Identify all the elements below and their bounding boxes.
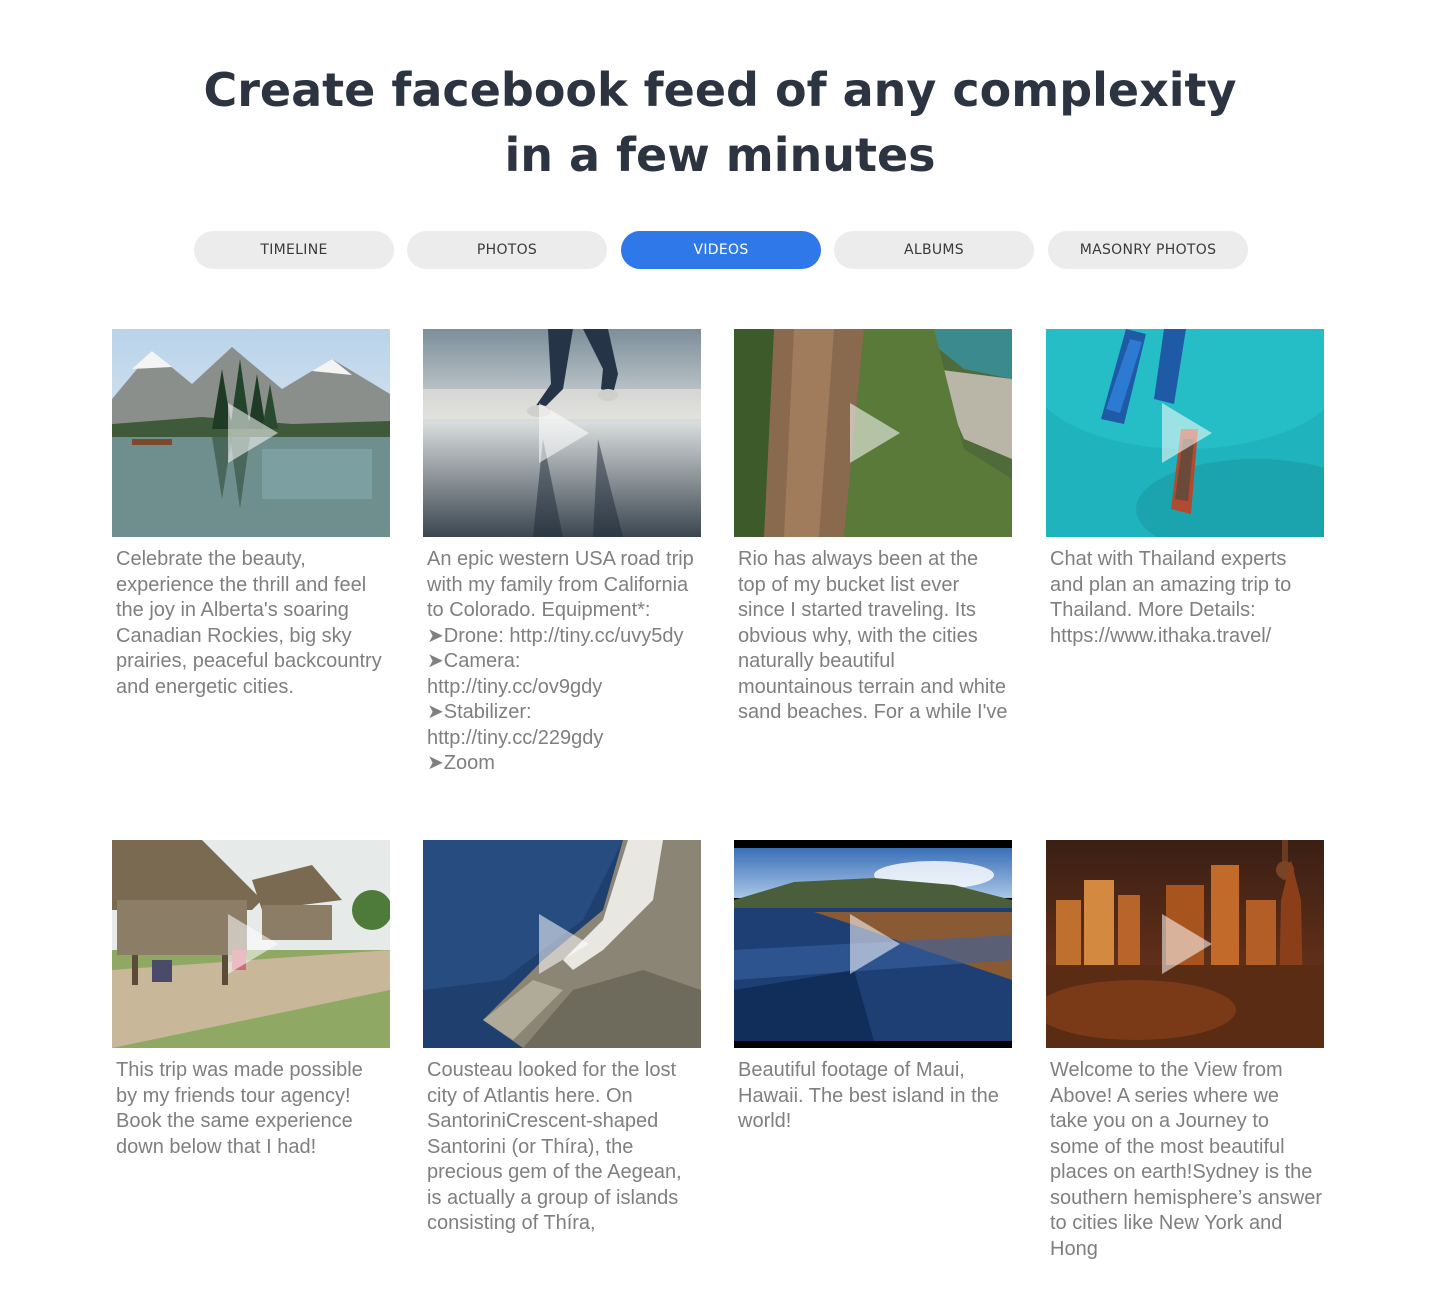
video-card: Celebrate the beauty, experience the thr… <box>112 329 390 700</box>
video-caption: An epic western USA road trip with my fa… <box>427 548 694 774</box>
video-thumbnail[interactable] <box>423 329 701 537</box>
video-thumbnail[interactable] <box>734 840 1012 1048</box>
tab-photos[interactable]: PHOTOS <box>407 231 607 269</box>
video-card: Beautiful footage of Maui, Hawaii. The b… <box>734 840 1012 1135</box>
play-icon <box>850 914 900 974</box>
video-caption: Beautiful footage of Maui, Hawaii. The b… <box>738 1059 999 1132</box>
page-title: Create facebook feed of any complexity i… <box>0 58 1440 188</box>
video-thumbnail[interactable] <box>112 329 390 537</box>
video-card: Welcome to the View from Above! A series… <box>1046 840 1324 1262</box>
play-icon <box>228 403 278 463</box>
tab-albums[interactable]: ALBUMS <box>834 231 1034 269</box>
video-caption: Chat with Thailand experts and plan an a… <box>1050 548 1292 647</box>
video-caption: Rio has always been at the top of my buc… <box>738 548 1008 723</box>
play-icon <box>1162 403 1212 463</box>
video-thumbnail[interactable] <box>734 329 1012 537</box>
page-title-line-1: Create facebook feed of any complexity <box>203 63 1237 117</box>
tab-masonry-photos[interactable]: MASONRY PHOTOS <box>1048 231 1248 269</box>
video-caption: Welcome to the View from Above! A series… <box>1050 1059 1323 1260</box>
play-icon <box>228 914 278 974</box>
play-icon <box>850 403 900 463</box>
video-thumbnail[interactable] <box>423 840 701 1048</box>
video-thumbnail[interactable] <box>1046 840 1324 1048</box>
video-card: An epic western USA road trip with my fa… <box>423 329 701 777</box>
video-caption: Cousteau looked for the lost city of Atl… <box>427 1059 682 1234</box>
video-thumbnail[interactable] <box>112 840 390 1048</box>
video-card: Chat with Thailand experts and plan an a… <box>1046 329 1324 649</box>
tab-timeline[interactable]: TIMELINE <box>194 231 394 269</box>
page-title-line-2: in a few minutes <box>504 128 936 182</box>
video-card: Rio has always been at the top of my buc… <box>734 329 1012 726</box>
play-icon <box>539 914 589 974</box>
video-thumbnail[interactable] <box>1046 329 1324 537</box>
tab-videos[interactable]: VIDEOS <box>621 231 821 269</box>
video-caption: This trip was made possible by my friend… <box>116 1059 363 1158</box>
video-caption: Celebrate the beauty, experience the thr… <box>116 548 382 698</box>
video-card: Cousteau looked for the lost city of Atl… <box>423 840 701 1237</box>
play-icon <box>539 403 589 463</box>
play-icon <box>1162 914 1212 974</box>
video-card: This trip was made possible by my friend… <box>112 840 390 1160</box>
